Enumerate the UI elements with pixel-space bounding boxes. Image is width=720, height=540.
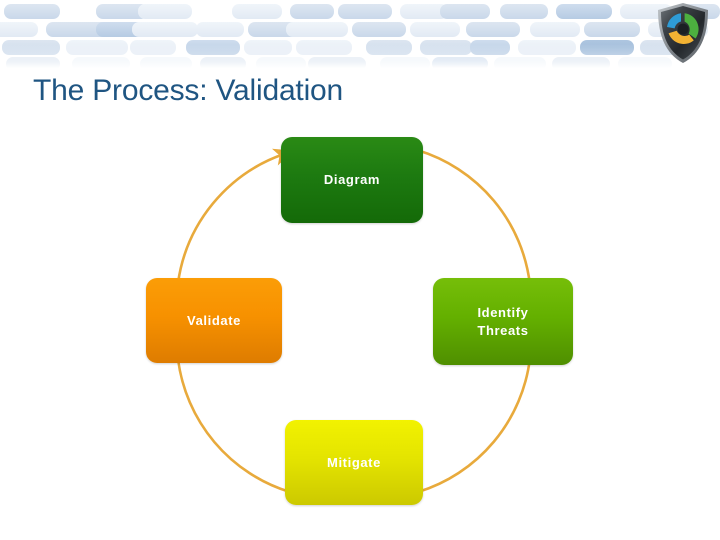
cycle-node-diagram-label: Diagram <box>323 172 381 188</box>
brick-pattern-icon <box>0 4 720 68</box>
shield-recycle-logo-icon <box>658 3 708 63</box>
cycle-node-validate[interactable]: Validate <box>146 278 282 363</box>
cycle-node-identify-threats[interactable]: Identify Threats <box>433 278 573 365</box>
cycle-node-validate-label: Validate <box>187 312 241 328</box>
cycle-node-identify-threats-line1: Identify <box>477 304 529 320</box>
slide: The Process: Validation Diagram Identify <box>0 0 720 540</box>
header-banner <box>0 0 720 68</box>
cycle-node-mitigate[interactable]: Mitigate <box>285 420 423 505</box>
cycle-node-identify-threats-label: Identify Threats <box>477 304 528 339</box>
page-title: The Process: Validation <box>33 74 344 107</box>
cycle-diagram: Diagram Identify Threats Mitigate Valida… <box>130 125 590 517</box>
cycle-node-mitigate-label: Mitigate <box>327 454 381 470</box>
cycle-node-identify-threats-line2: Threats <box>477 322 529 338</box>
cycle-node-diagram[interactable]: Diagram <box>281 137 423 223</box>
